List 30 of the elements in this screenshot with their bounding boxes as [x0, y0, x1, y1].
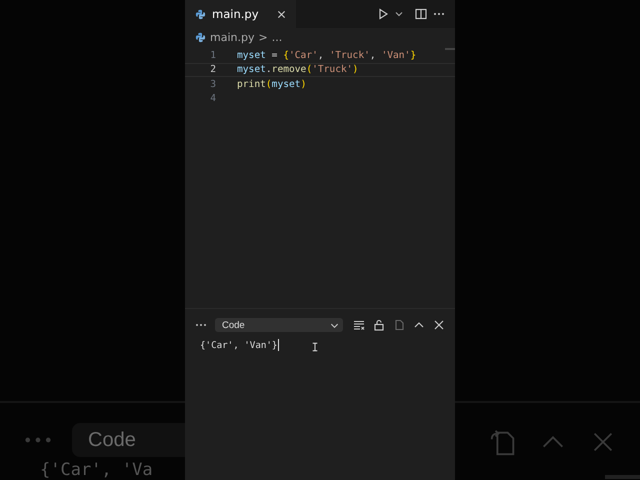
chevron-down-icon[interactable]	[395, 10, 403, 18]
code-line: myset.remove('Truck')	[237, 64, 358, 76]
python-icon	[195, 32, 206, 42]
editor-tab[interactable]: main.py	[185, 0, 296, 28]
output-text: {'Car', 'Va	[39, 460, 154, 480]
more-icon	[24, 436, 52, 444]
clear-output-icon[interactable]	[353, 319, 365, 331]
close-icon[interactable]	[276, 10, 286, 18]
breadcrumb-separator: >	[258, 30, 268, 44]
split-editor-icon[interactable]	[415, 8, 427, 20]
line-number: 3	[209, 78, 216, 90]
document-icon	[489, 428, 517, 456]
scrollbar-marker	[445, 48, 455, 50]
lock-icon[interactable]	[373, 319, 385, 331]
output-text: {'Car', 'Van'}	[200, 340, 278, 350]
text-cursor	[278, 339, 280, 351]
breadcrumb-more[interactable]: ...	[272, 30, 282, 44]
python-icon	[195, 8, 206, 20]
code-line: print(myset)	[237, 78, 306, 90]
document-icon	[393, 319, 405, 331]
line-number: 4	[209, 93, 216, 104]
line-number: 2	[209, 64, 216, 76]
dropdown-label: Code	[88, 428, 136, 452]
code-line: myset = {'Car', 'Truck', 'Van'}	[237, 50, 416, 61]
output-dropdown[interactable]: Code	[215, 318, 343, 332]
line-number: 1	[209, 50, 216, 61]
run-icon[interactable]	[377, 8, 389, 20]
close-icon[interactable]	[433, 319, 445, 331]
breadcrumb-file[interactable]: main.py	[210, 30, 254, 44]
i-beam-cursor-icon	[312, 342, 318, 352]
